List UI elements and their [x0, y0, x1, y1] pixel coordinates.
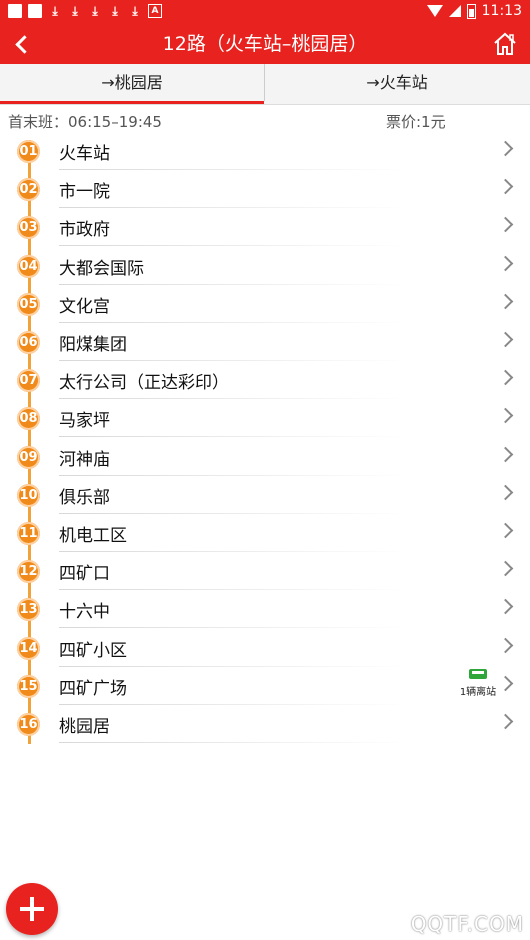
bus-icon: [469, 668, 487, 679]
square-icon: [28, 4, 42, 18]
station-number-badge: 15: [17, 674, 40, 698]
wifi-icon: [426, 5, 443, 17]
chevron-right-icon: [497, 446, 514, 462]
chevron-right-icon: [497, 255, 514, 271]
station-row[interactable]: 08 马家坪: [0, 399, 530, 438]
chevron-right-icon: [497, 331, 514, 348]
station-number-badge: 04: [17, 254, 40, 278]
station-row[interactable]: 09 河神庙: [0, 438, 530, 476]
station-name: 阳煤集团: [59, 335, 127, 355]
battery-icon: [466, 3, 476, 19]
station-number-badge: 12: [17, 560, 40, 584]
fare-text: 票价:1元: [386, 113, 446, 131]
station-number-badge: 03: [17, 216, 40, 240]
direction-tabs: →桃园居 →火车站: [0, 64, 530, 105]
bus-status-text: 1辆离站: [459, 686, 497, 698]
app-header: 12路（火车站–桃园居）: [0, 24, 530, 64]
signal-icon: [448, 5, 461, 17]
station-number-badge: 13: [17, 598, 40, 622]
station-row[interactable]: 04 大都会国际: [0, 247, 530, 285]
station-name: 大都会国际: [59, 258, 144, 279]
station-number-badge: 06: [17, 331, 40, 354]
station-row[interactable]: 07 太行公司（正达彩印）: [0, 361, 530, 400]
divider: [59, 742, 409, 743]
station-number-badge: 08: [17, 407, 40, 431]
station-name: 俱乐部: [59, 487, 110, 508]
station-name: 市一院: [59, 182, 110, 203]
add-button[interactable]: [6, 883, 58, 935]
page-title: 12路（火车站–桃园居）: [162, 33, 368, 55]
chevron-right-icon: [497, 560, 514, 577]
station-name: 桃园居: [59, 717, 110, 737]
station-row[interactable]: 06 阳煤集团: [0, 323, 530, 361]
station-name: 机电工区: [59, 526, 127, 546]
station-number-badge: 07: [17, 369, 40, 393]
station-name: 市政府: [59, 220, 110, 241]
download-icon: ⤓: [92, 4, 98, 18]
chevron-right-icon: [497, 484, 514, 501]
station-number-badge: 14: [17, 636, 40, 660]
chevron-right-icon: [497, 178, 514, 195]
station-number-badge: 01: [17, 140, 40, 163]
station-number-badge: 09: [17, 445, 40, 469]
download-icon: ⤓: [52, 4, 58, 18]
station-name: 四矿小区: [59, 640, 127, 661]
station-row[interactable]: 12 四矿口: [0, 552, 530, 591]
system-icons: 11:13: [426, 3, 522, 19]
station-number-badge: 10: [17, 483, 40, 507]
home-icon[interactable]: [492, 31, 518, 57]
clock: 11:13: [481, 3, 522, 19]
download-icon: ⤓: [112, 4, 118, 18]
station-name: 火车站: [59, 144, 110, 164]
notification-icons: ⤓ ⤓ ⤓ ⤓ ⤓ A: [8, 4, 162, 18]
station-row[interactable]: 16 桃园居: [0, 705, 530, 743]
active-tab-indicator: [0, 101, 264, 104]
station-name: 文化宫: [59, 296, 110, 317]
a-icon: A: [148, 4, 162, 18]
chevron-right-icon: [497, 140, 514, 157]
chevron-right-icon: [497, 675, 514, 692]
station-number-badge: 16: [17, 713, 40, 736]
station-row[interactable]: 02 市一院: [0, 170, 530, 209]
schedule-text: 首末班：06:15–19:45: [8, 113, 162, 131]
chevron-right-icon: [497, 713, 514, 730]
watermark: QQTF.COM: [410, 912, 524, 936]
station-row[interactable]: 10 俱乐部: [0, 476, 530, 514]
status-bar: ⤓ ⤓ ⤓ ⤓ ⤓ A 11:13: [0, 0, 530, 24]
bus-indicator: 1辆离站: [458, 668, 498, 701]
station-row[interactable]: 01 火车站: [0, 132, 530, 170]
tab-to-taoyuanju[interactable]: →桃园居: [0, 64, 265, 101]
station-name: 四矿广场: [59, 678, 127, 699]
station-number-badge: 11: [17, 522, 40, 545]
station-name: 河神庙: [59, 449, 110, 470]
station-row[interactable]: 13 十六中: [0, 590, 530, 629]
chevron-right-icon: [497, 637, 514, 653]
station-row[interactable]: 11 机电工区: [0, 514, 530, 552]
station-name: 十六中: [59, 602, 110, 623]
chevron-right-icon: [497, 522, 514, 539]
download-icon: ⤓: [72, 4, 78, 18]
station-row[interactable]: 15 四矿广场 1辆离站: [0, 667, 530, 705]
chevron-right-icon: [497, 599, 514, 615]
square-icon: [8, 4, 22, 18]
tab-to-huochezhan[interactable]: →火车站: [265, 64, 529, 101]
station-name: 马家坪: [59, 411, 110, 432]
station-row[interactable]: 05 文化宫: [0, 285, 530, 323]
chevron-right-icon: [497, 408, 514, 424]
chevron-right-icon: [497, 369, 514, 386]
chevron-right-icon: [497, 293, 514, 310]
station-row[interactable]: 14 四矿小区: [0, 629, 530, 667]
chevron-right-icon: [497, 217, 514, 233]
station-row[interactable]: 03 市政府: [0, 208, 530, 247]
station-name: 四矿口: [59, 564, 110, 585]
station-number-badge: 02: [17, 178, 40, 202]
download-icon: ⤓: [132, 4, 138, 18]
station-number-badge: 05: [17, 292, 40, 316]
route-info: 首末班：06:15–19:45 票价:1元: [0, 108, 530, 132]
station-name: 太行公司（正达彩印）: [59, 373, 229, 394]
